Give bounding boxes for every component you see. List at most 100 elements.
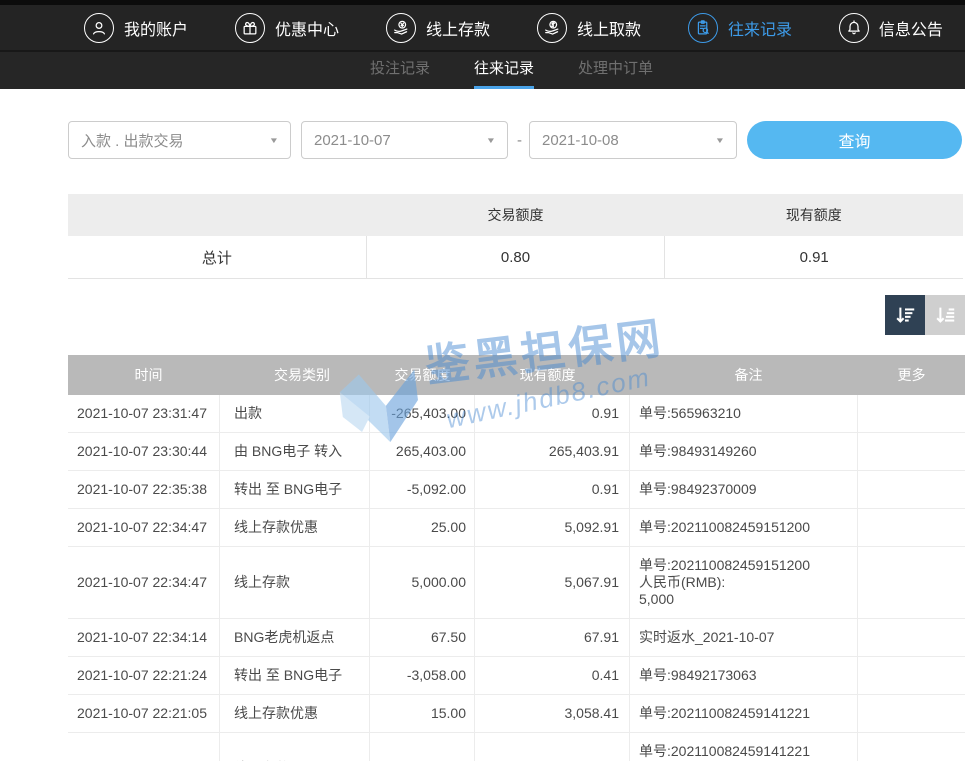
cell-type: 出款 <box>220 395 370 432</box>
cell-type: 线上存款优惠 <box>220 509 370 546</box>
cell-time: 2021-10-07 23:30:44 <box>68 433 220 470</box>
cell-balance: 0.91 <box>475 395 630 432</box>
cell-balance: 5,067.91 <box>475 547 630 618</box>
cell-more <box>858 695 965 732</box>
cell-amount: -5,092.00 <box>370 471 475 508</box>
cell-amount: 265,403.00 <box>370 433 475 470</box>
date-from-select[interactable]: 2021-10-07 ▼ <box>301 121 508 159</box>
summary-total-row: 总计 0.80 0.91 <box>68 236 963 279</box>
deposit-icon <box>386 13 416 43</box>
cell-type: 线上存款优惠 <box>220 695 370 732</box>
table-row: 2021-10-07 22:21:05线上存款优惠15.003,058.41单号… <box>68 695 965 733</box>
sort-ascending-button[interactable] <box>925 295 965 335</box>
cell-remark: 单号:565963210 <box>630 395 858 432</box>
nav-item-withdraw[interactable]: 线上取款 <box>537 13 641 43</box>
transaction-type-select[interactable]: 入款 . 出款交易 ▼ <box>68 121 291 159</box>
cell-remark: 单号:98493149260 <box>630 433 858 470</box>
nav-item-promotions[interactable]: 优惠中心 <box>235 13 339 43</box>
main-nav: 我的账户 优惠中心 线上存款 线上取款 往来记录 <box>0 5 965 52</box>
table-row: 2021-10-07 22:34:14BNG老虎机返点67.5067.91实时返… <box>68 619 965 657</box>
nav-item-label: 线上存款 <box>426 16 490 40</box>
nav-item-deposit[interactable]: 线上存款 <box>386 13 490 43</box>
cell-balance: 265,403.91 <box>475 433 630 470</box>
nav-item-label: 信息公告 <box>879 16 943 40</box>
date-range-separator: - <box>517 132 522 149</box>
transaction-type-value: 入款 . 出款交易 <box>81 130 184 151</box>
cell-balance: 0.41 <box>475 657 630 694</box>
nav-item-my-account[interactable]: 我的账户 <box>84 13 188 43</box>
cell-remark: 单号:98492173063 <box>630 657 858 694</box>
tab-transaction-records[interactable]: 往来记录 <box>474 52 534 89</box>
user-icon <box>84 13 114 43</box>
table-row: 2021-10-07 22:34:47线上存款优惠25.005,092.91单号… <box>68 509 965 547</box>
sub-nav: 投注记录 往来记录 处理中订单 <box>0 52 965 89</box>
cell-more <box>858 395 965 432</box>
chevron-down-icon: ▼ <box>269 136 279 145</box>
summary-header-transaction: 交易额度 <box>366 194 664 236</box>
cell-amount: 25.00 <box>370 509 475 546</box>
nav-item-records[interactable]: 往来记录 <box>688 13 792 43</box>
cell-time: 2021-10-07 23:31:47 <box>68 395 220 432</box>
sort-ascending-icon <box>933 303 957 327</box>
summary-table: 交易额度 现有额度 总计 0.80 0.91 <box>68 194 963 279</box>
bell-icon <box>839 13 869 43</box>
header-remark: 备注 <box>630 355 858 395</box>
tab-betting-records[interactable]: 投注记录 <box>370 52 430 89</box>
search-button[interactable]: 查询 <box>747 121 962 159</box>
transactions-table: 时间 交易类别 交易额度 现有额度 备注 更多 2021-10-07 23:31… <box>68 355 965 761</box>
header-more: 更多 <box>858 355 965 395</box>
content-area: 入款 . 出款交易 ▼ 2021-10-07 ▼ - 2021-10-08 ▼ … <box>0 121 965 761</box>
cell-type: 由 BNG电子 转入 <box>220 433 370 470</box>
sort-descending-icon <box>893 303 917 327</box>
cell-more <box>858 733 965 761</box>
cell-more <box>858 657 965 694</box>
nav-item-label: 优惠中心 <box>275 16 339 40</box>
cell-more <box>858 471 965 508</box>
cell-time: 2021-10-07 22:21:05 <box>68 733 220 761</box>
summary-balance-total: 0.91 <box>665 236 963 278</box>
cell-more <box>858 619 965 656</box>
date-from-value: 2021-10-07 <box>314 132 391 149</box>
nav-item-announcements[interactable]: 信息公告 <box>839 13 943 43</box>
header-balance: 现有额度 <box>475 355 630 395</box>
cell-amount: 5,000.00 <box>370 547 475 618</box>
sort-toolbar <box>68 295 965 335</box>
account-transactions-page: 我的账户 优惠中心 线上存款 线上取款 往来记录 <box>0 0 965 761</box>
cell-balance: 3,058.41 <box>475 695 630 732</box>
cell-type: 线上存款 <box>220 547 370 618</box>
cell-time: 2021-10-07 22:35:38 <box>68 471 220 508</box>
filter-bar: 入款 . 出款交易 ▼ 2021-10-07 ▼ - 2021-10-08 ▼ … <box>68 121 965 159</box>
cell-time: 2021-10-07 22:34:14 <box>68 619 220 656</box>
table-row: 2021-10-07 23:30:44由 BNG电子 转入265,403.002… <box>68 433 965 471</box>
nav-item-label: 我的账户 <box>124 16 188 40</box>
summary-header-row: 交易额度 现有额度 <box>68 194 963 236</box>
tab-processing-orders[interactable]: 处理中订单 <box>578 52 653 89</box>
date-to-select[interactable]: 2021-10-08 ▼ <box>529 121 737 159</box>
cell-amount: 67.50 <box>370 619 475 656</box>
cell-balance: 5,092.91 <box>475 509 630 546</box>
date-to-value: 2021-10-08 <box>542 132 619 149</box>
sort-descending-button[interactable] <box>885 295 925 335</box>
chevron-down-icon: ▼ <box>486 136 496 145</box>
cell-remark: 实时返水_2021-10-07 <box>630 619 858 656</box>
cell-balance: 3,043.41 <box>475 733 630 761</box>
cell-type: 转出 至 BNG电子 <box>220 471 370 508</box>
table-row: 2021-10-07 22:35:38转出 至 BNG电子-5,092.000.… <box>68 471 965 509</box>
cell-balance: 0.91 <box>475 471 630 508</box>
cell-remark: 单号:98492370009 <box>630 471 858 508</box>
cell-balance: 67.91 <box>475 619 630 656</box>
cell-remark: 单号:202110082459151200 <box>630 509 858 546</box>
cell-amount: -265,403.00 <box>370 395 475 432</box>
table-row: 2021-10-07 23:31:47出款-265,403.000.91单号:5… <box>68 395 965 433</box>
cell-amount: 15.00 <box>370 695 475 732</box>
cell-time: 2021-10-07 22:21:05 <box>68 695 220 732</box>
cell-time: 2021-10-07 22:34:47 <box>68 547 220 618</box>
cell-amount: -3,058.00 <box>370 657 475 694</box>
nav-item-label: 线上取款 <box>577 16 641 40</box>
withdraw-icon <box>537 13 567 43</box>
table-row: 2021-10-07 22:34:47线上存款5,000.005,067.91单… <box>68 547 965 619</box>
nav-item-label: 往来记录 <box>728 16 792 40</box>
header-type: 交易类别 <box>220 355 370 395</box>
summary-header-balance: 现有额度 <box>665 194 963 236</box>
cell-more <box>858 547 965 618</box>
